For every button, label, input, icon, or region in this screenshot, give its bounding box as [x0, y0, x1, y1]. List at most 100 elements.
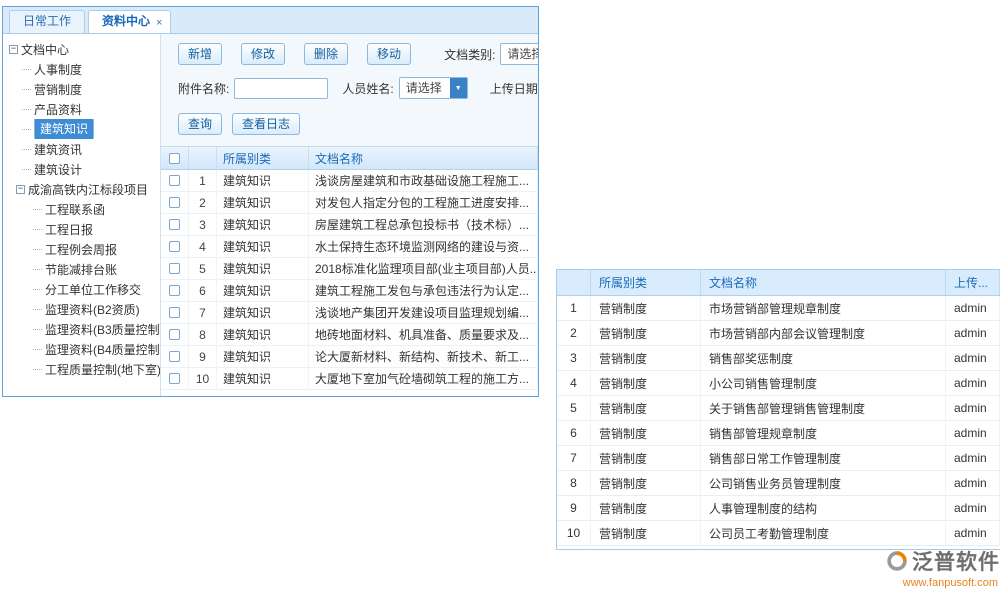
table-row[interactable]: 10 建筑知识 大厦地下室加气砼墙砌筑工程的施工方...: [161, 368, 538, 390]
row-doc-name[interactable]: 销售部管理规章制度: [701, 421, 946, 445]
chevron-down-icon[interactable]: [450, 78, 467, 98]
tree-item[interactable]: 工程联系函: [3, 199, 160, 219]
tree-connector: [22, 129, 31, 130]
row-doc-name[interactable]: 地砖地面材料、机具准备、质量要求及...: [309, 324, 538, 345]
tree-item[interactable]: 分工单位工作移交: [3, 279, 160, 299]
tree-item[interactable]: 工程日报: [3, 219, 160, 239]
row-checkbox[interactable]: [169, 219, 180, 230]
row-doc-name[interactable]: 人事管理制度的结构: [701, 496, 946, 520]
tree-item-project[interactable]: 成渝高铁内江标段项目: [3, 179, 160, 199]
row-checkbox[interactable]: [169, 241, 180, 252]
table-row[interactable]: 8 营销制度 公司销售业务员管理制度 admin: [557, 471, 1000, 496]
tab-data-center[interactable]: 资料中心: [88, 10, 171, 33]
doc-name-column-header[interactable]: 文档名称: [701, 270, 946, 295]
table-row[interactable]: 2 营销制度 市场营销部内部会议管理制度 admin: [557, 321, 1000, 346]
row-checkbox[interactable]: [169, 373, 180, 384]
tree-item-selected[interactable]: 建筑知识: [3, 119, 160, 139]
row-number: 6: [557, 421, 591, 445]
tree-item-label: 文档中心: [21, 41, 69, 58]
row-doc-name[interactable]: 建筑工程施工发包与承包违法行为认定...: [309, 280, 538, 301]
row-doc-name[interactable]: 2018标准化监理项目部(业主项目部)人员...: [309, 258, 538, 279]
tree-item[interactable]: 工程质量控制(地下室): [3, 359, 160, 379]
delete-button[interactable]: 删除: [304, 43, 348, 65]
search-button[interactable]: 查询: [178, 113, 222, 135]
tab-daily-work[interactable]: 日常工作: [9, 10, 85, 33]
modify-button[interactable]: 修改: [241, 43, 285, 65]
row-doc-name[interactable]: 小公司销售管理制度: [701, 371, 946, 395]
tree-item[interactable]: 产品资料: [3, 99, 160, 119]
table-row[interactable]: 4 建筑知识 水土保持生态环境监测网络的建设与资...: [161, 236, 538, 258]
tree-item[interactable]: 监理资料(B4质量控制): [3, 339, 160, 359]
row-number: 3: [189, 214, 217, 235]
row-doc-name[interactable]: 论大厦新材料、新结构、新技术、新工...: [309, 346, 538, 367]
uploader-column-header[interactable]: 上传...: [946, 270, 1000, 295]
row-doc-name[interactable]: 公司员工考勤管理制度: [701, 521, 946, 545]
row-category: 建筑知识: [217, 368, 309, 389]
table-row[interactable]: 1 建筑知识 浅谈房屋建筑和市政基础设施工程施工...: [161, 170, 538, 192]
table-row[interactable]: 7 营销制度 销售部日常工作管理制度 admin: [557, 446, 1000, 471]
row-doc-name[interactable]: 浅谈房屋建筑和市政基础设施工程施工...: [309, 170, 538, 191]
collapse-icon[interactable]: [9, 45, 18, 54]
tree-item[interactable]: 人事制度: [3, 59, 160, 79]
table-row[interactable]: 8 建筑知识 地砖地面材料、机具准备、质量要求及...: [161, 324, 538, 346]
row-number: 2: [189, 192, 217, 213]
view-log-button[interactable]: 查看日志: [232, 113, 300, 135]
row-checkbox[interactable]: [169, 351, 180, 362]
move-button[interactable]: 移动: [367, 43, 411, 65]
table-row[interactable]: 9 营销制度 人事管理制度的结构 admin: [557, 496, 1000, 521]
select-all-checkbox[interactable]: [169, 153, 180, 164]
row-doc-name[interactable]: 销售部日常工作管理制度: [701, 446, 946, 470]
add-button[interactable]: 新增: [178, 43, 222, 65]
tree-item-document-center[interactable]: 文档中心: [3, 39, 160, 59]
tree-item[interactable]: 建筑资讯: [3, 139, 160, 159]
table-row[interactable]: 3 建筑知识 房屋建筑工程总承包投标书（技术标）...: [161, 214, 538, 236]
row-checkbox[interactable]: [169, 307, 180, 318]
table-row[interactable]: 6 营销制度 销售部管理规章制度 admin: [557, 421, 1000, 446]
table-row[interactable]: 9 建筑知识 论大厦新材料、新结构、新技术、新工...: [161, 346, 538, 368]
table-row[interactable]: 5 营销制度 关于销售部管理销售管理制度 admin: [557, 396, 1000, 421]
close-icon[interactable]: [156, 12, 166, 22]
row-checkbox[interactable]: [169, 285, 180, 296]
row-doc-name[interactable]: 市场营销部内部会议管理制度: [701, 321, 946, 345]
attachment-input[interactable]: [234, 78, 328, 99]
doc-name-column-header[interactable]: 文档名称: [309, 147, 538, 169]
row-doc-name[interactable]: 市场营销部管理规章制度: [701, 296, 946, 320]
collapse-icon[interactable]: [16, 185, 25, 194]
row-number: 4: [557, 371, 591, 395]
row-checkbox[interactable]: [169, 197, 180, 208]
category-column-header[interactable]: 所属别类: [217, 147, 309, 169]
tree-item[interactable]: 节能减排台账: [3, 259, 160, 279]
row-doc-name[interactable]: 公司销售业务员管理制度: [701, 471, 946, 495]
row-doc-name[interactable]: 对发包人指定分包的工程施工进度安排...: [309, 192, 538, 213]
row-doc-name[interactable]: 浅谈地产集团开发建设项目监理规划编...: [309, 302, 538, 323]
table-row[interactable]: 1 营销制度 市场营销部管理规章制度 admin: [557, 296, 1000, 321]
tree-item[interactable]: 工程例会周报: [3, 239, 160, 259]
table-row[interactable]: 6 建筑知识 建筑工程施工发包与承包违法行为认定...: [161, 280, 538, 302]
tree-item[interactable]: 营销制度: [3, 79, 160, 99]
brand-url-link[interactable]: www.fanpusoft.com: [856, 577, 1000, 589]
row-doc-name[interactable]: 房屋建筑工程总承包投标书（技术标）...: [309, 214, 538, 235]
row-doc-name[interactable]: 关于销售部管理销售管理制度: [701, 396, 946, 420]
person-select[interactable]: 请选择: [399, 77, 468, 99]
table-row[interactable]: 5 建筑知识 2018标准化监理项目部(业主项目部)人员...: [161, 258, 538, 280]
doc-type-select[interactable]: 请选择: [500, 43, 538, 65]
table-row[interactable]: 7 建筑知识 浅谈地产集团开发建设项目监理规划编...: [161, 302, 538, 324]
row-checkbox[interactable]: [169, 329, 180, 340]
row-doc-name[interactable]: 大厦地下室加气砼墙砌筑工程的施工方...: [309, 368, 538, 389]
tree-item[interactable]: 监理资料(B3质量控制): [3, 319, 160, 339]
row-doc-name[interactable]: 水土保持生态环境监测网络的建设与资...: [309, 236, 538, 257]
table-row[interactable]: 3 营销制度 销售部奖惩制度 admin: [557, 346, 1000, 371]
row-doc-name[interactable]: 销售部奖惩制度: [701, 346, 946, 370]
document-table: 所属别类 文档名称 1 建筑知识 浅谈房屋建筑和市政基础设施工程施工...: [161, 146, 538, 396]
category-column-header[interactable]: 所属别类: [591, 270, 701, 295]
tree-item[interactable]: 建筑设计: [3, 159, 160, 179]
table-row[interactable]: 4 营销制度 小公司销售管理制度 admin: [557, 371, 1000, 396]
row-checkbox[interactable]: [169, 263, 180, 274]
row-number: 3: [557, 346, 591, 370]
document-list-area: 新增 修改 删除 移动 文档类别: 请选择 文档 附件名称: 人员姓名: 请选择: [161, 34, 538, 396]
row-checkbox[interactable]: [169, 175, 180, 186]
row-number: 10: [557, 521, 591, 545]
table-row[interactable]: 10 营销制度 公司员工考勤管理制度 admin: [557, 521, 1000, 546]
table-row[interactable]: 2 建筑知识 对发包人指定分包的工程施工进度安排...: [161, 192, 538, 214]
tree-item[interactable]: 监理资料(B2资质): [3, 299, 160, 319]
